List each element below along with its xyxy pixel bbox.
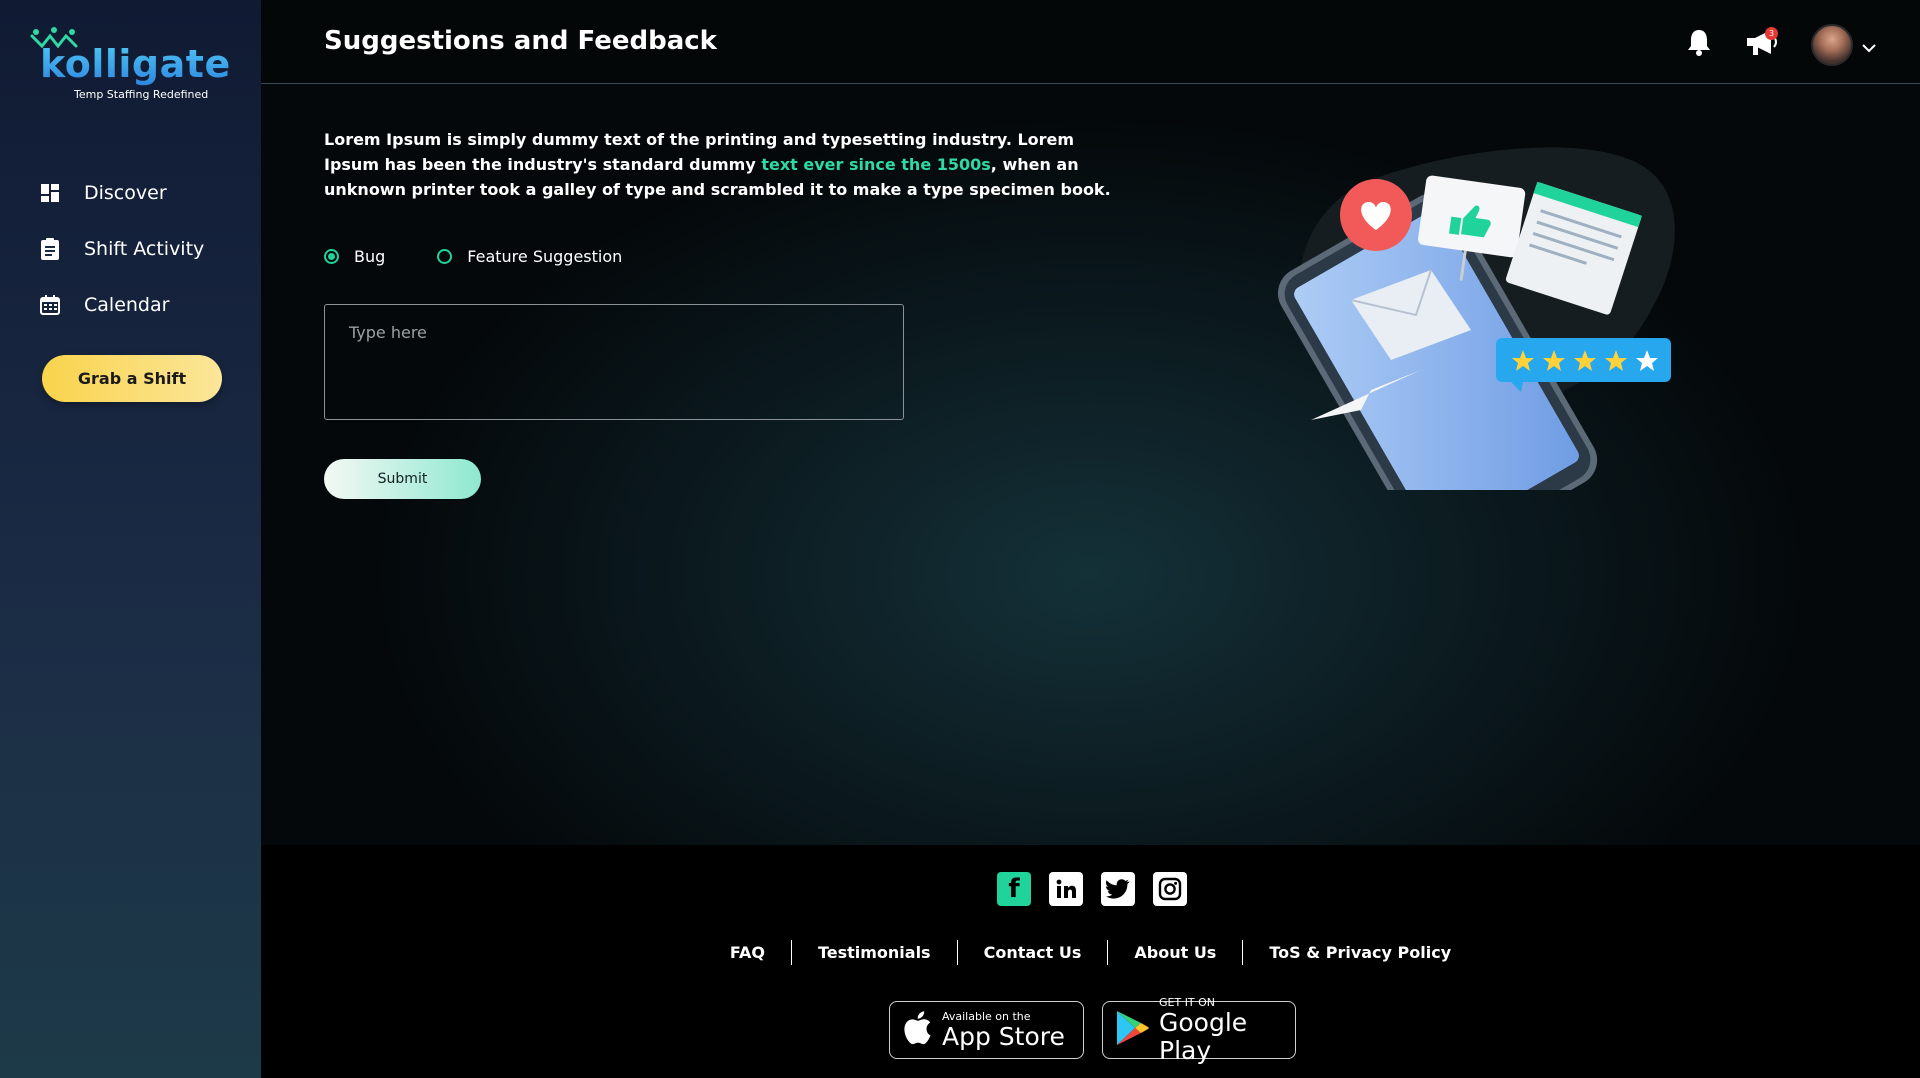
sidebar-item-label: Discover xyxy=(84,182,167,204)
brand-logo[interactable]: kolligate Temp Staffing Redefined xyxy=(30,26,230,106)
bell-icon[interactable] xyxy=(1686,28,1712,60)
intro-text: Lorem Ipsum is simply dummy text of the … xyxy=(324,127,1114,202)
twitter-icon[interactable] xyxy=(1101,872,1135,906)
sidebar-item-label: Shift Activity xyxy=(84,238,205,260)
instagram-icon[interactable] xyxy=(1153,872,1187,906)
app-store-line2: App Store xyxy=(942,1021,1065,1051)
brand-tagline: Temp Staffing Redefined xyxy=(74,88,209,101)
main-content: Suggestions and Feedback 3 Lorem Ipsum i… xyxy=(261,0,1920,845)
footer-links: FAQ Testimonials Contact Us About Us ToS… xyxy=(261,940,1920,965)
radio-indicator[interactable] xyxy=(437,249,453,264)
store-badges: Available on the App Store GET IT ON Goo… xyxy=(889,996,1314,1064)
feedback-input[interactable] xyxy=(324,304,904,420)
sidebar-item-discover[interactable]: Discover xyxy=(0,165,261,221)
chevron-down-icon[interactable] xyxy=(1861,38,1877,57)
app-store-badge[interactable]: Available on the App Store xyxy=(889,1001,1084,1059)
footer-link-faq[interactable]: FAQ xyxy=(704,940,792,965)
apple-icon xyxy=(902,1010,932,1050)
google-play-text: GET IT ON Google Play xyxy=(1159,996,1283,1065)
google-play-icon xyxy=(1115,1009,1149,1051)
footer-link-contact-us[interactable]: Contact Us xyxy=(958,940,1109,965)
brand-name: kolligate xyxy=(40,42,231,86)
footer-link-tos-privacy[interactable]: ToS & Privacy Policy xyxy=(1243,940,1477,965)
submit-button[interactable]: Submit xyxy=(324,459,481,499)
google-play-line2: Google Play xyxy=(1159,1007,1248,1065)
sidebar: kolligate Temp Staffing Redefined Discov… xyxy=(0,0,261,1078)
radio-feature-suggestion[interactable]: Feature Suggestion xyxy=(437,247,622,266)
footer-link-testimonials[interactable]: Testimonials xyxy=(792,940,958,965)
radio-bug[interactable]: Bug xyxy=(324,247,385,266)
top-header: Suggestions and Feedback 3 xyxy=(261,0,1920,84)
footer: f FAQ Testimonials Contact Us About Us T… xyxy=(261,845,1920,1078)
app-store-text: Available on the App Store xyxy=(942,1010,1065,1051)
sidebar-item-calendar[interactable]: Calendar xyxy=(0,277,261,333)
radio-indicator[interactable] xyxy=(324,249,339,264)
page-title: Suggestions and Feedback xyxy=(324,26,717,56)
social-links: f xyxy=(997,872,1205,906)
avatar[interactable] xyxy=(1811,24,1853,66)
app-store-line1: Available on the xyxy=(942,1009,1031,1023)
google-play-line1: GET IT ON xyxy=(1159,995,1216,1009)
grab-shift-button[interactable]: Grab a Shift xyxy=(42,355,222,402)
radio-label: Feature Suggestion xyxy=(467,247,623,266)
footer-link-about-us[interactable]: About Us xyxy=(1108,940,1244,965)
sidebar-item-label: Calendar xyxy=(84,294,170,316)
feedback-illustration xyxy=(1277,147,1675,490)
radio-label: Bug xyxy=(354,247,386,266)
sidebar-item-shift-activity[interactable]: Shift Activity xyxy=(0,221,261,277)
facebook-icon[interactable]: f xyxy=(997,872,1031,906)
sidebar-nav: Discover Shift Activity Calendar xyxy=(0,165,261,333)
linkedin-icon[interactable] xyxy=(1049,872,1083,906)
announcement-badge: 3 xyxy=(1765,27,1778,40)
google-play-badge[interactable]: GET IT ON Google Play xyxy=(1102,996,1296,1064)
intro-highlight: text ever since the 1500s xyxy=(761,155,991,174)
grid-icon xyxy=(40,182,60,204)
calendar-icon xyxy=(40,294,60,316)
clipboard-icon xyxy=(40,238,60,260)
feedback-type-group: Bug Feature Suggestion xyxy=(324,247,674,266)
